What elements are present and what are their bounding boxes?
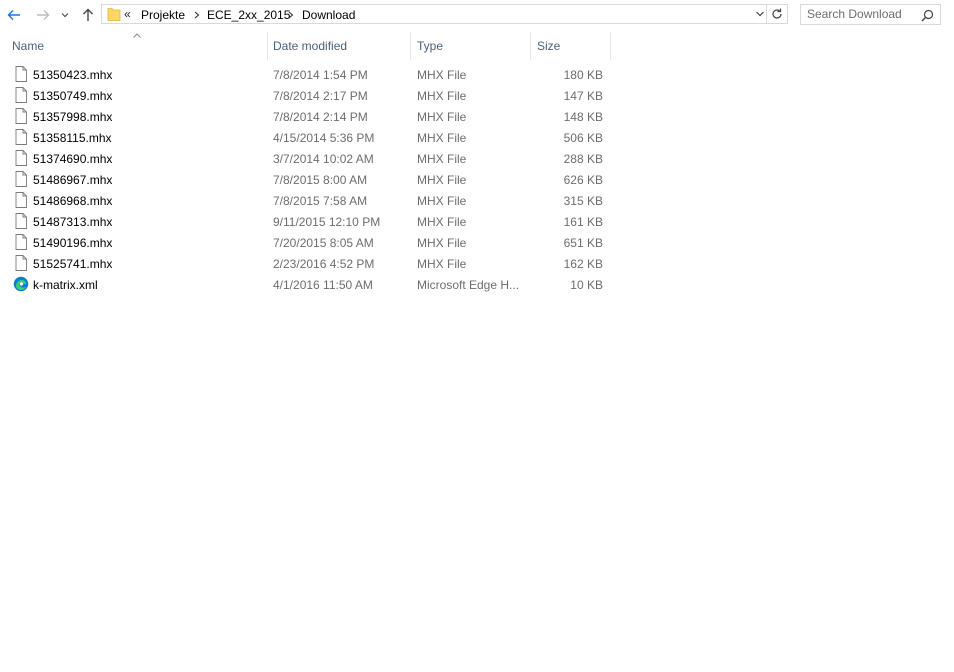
file-date: 7/8/2014 1:54 PM bbox=[273, 68, 368, 82]
chevron-right-icon[interactable] bbox=[287, 10, 295, 20]
navigation-bar: « Projekte ECE_2xx_2015 Download bbox=[0, 0, 954, 30]
file-date: 3/7/2014 10:02 AM bbox=[273, 152, 374, 166]
recent-locations-button[interactable] bbox=[57, 5, 73, 25]
file-date: 7/8/2014 2:17 PM bbox=[273, 89, 368, 103]
file-row[interactable]: 51350749.mhx 7/8/2014 2:17 PM MHX File 1… bbox=[10, 85, 612, 106]
file-type: MHX File bbox=[417, 131, 467, 145]
file-name: 51350423.mhx bbox=[33, 68, 113, 82]
file-type: MHX File bbox=[417, 89, 467, 103]
file-name: 51525741.mhx bbox=[33, 257, 113, 271]
file-type: MHX File bbox=[417, 173, 467, 187]
file-row[interactable]: 51486968.mhx 7/8/2015 7:58 AM MHX File 3… bbox=[10, 190, 612, 211]
document-icon bbox=[15, 108, 27, 124]
file-row[interactable]: 51486967.mhx 7/8/2015 8:00 AM MHX File 6… bbox=[10, 169, 612, 190]
column-header-name[interactable]: Name bbox=[6, 32, 266, 60]
arrow-right-icon bbox=[37, 10, 50, 20]
column-header-size-label: Size bbox=[537, 39, 561, 53]
up-button[interactable] bbox=[78, 5, 98, 25]
file-name: 51486967.mhx bbox=[33, 173, 113, 187]
document-icon bbox=[15, 129, 27, 145]
back-button[interactable] bbox=[4, 5, 24, 25]
file-size: 148 KB bbox=[563, 110, 603, 124]
arrow-up-icon bbox=[83, 8, 93, 21]
folder-icon bbox=[107, 8, 121, 21]
address-bar[interactable]: « Projekte ECE_2xx_2015 Download bbox=[101, 4, 788, 24]
file-type: MHX File bbox=[417, 215, 467, 229]
file-row[interactable]: 51357998.mhx 7/8/2014 2:14 PM MHX File 1… bbox=[10, 106, 612, 127]
column-divider[interactable] bbox=[610, 32, 611, 60]
file-size: 626 KB bbox=[563, 173, 603, 187]
column-header-name-label: Name bbox=[12, 39, 45, 53]
file-date: 4/15/2014 5:36 PM bbox=[273, 131, 375, 145]
file-date: 7/8/2015 8:00 AM bbox=[273, 173, 368, 187]
file-date: 2/23/2016 4:52 PM bbox=[273, 257, 375, 271]
file-type: MHX File bbox=[417, 236, 467, 250]
file-size: 506 KB bbox=[563, 131, 603, 145]
breadcrumb-ece[interactable]: ECE_2xx_2015 bbox=[207, 8, 290, 22]
document-icon bbox=[15, 150, 27, 166]
file-row[interactable]: 51487313.mhx 9/11/2015 12:10 PM MHX File… bbox=[10, 211, 612, 232]
file-name: 51486968.mhx bbox=[33, 194, 113, 208]
file-size: 10 KB bbox=[570, 278, 603, 292]
address-divider bbox=[766, 5, 767, 23]
file-size: 161 KB bbox=[563, 215, 603, 229]
column-header-date[interactable]: Date modified bbox=[267, 32, 410, 60]
breadcrumb-download[interactable]: Download bbox=[302, 8, 355, 22]
breadcrumb-projekte[interactable]: Projekte bbox=[141, 8, 185, 22]
file-type: MHX File bbox=[417, 68, 467, 82]
refresh-icon[interactable] bbox=[770, 7, 784, 21]
file-size: 147 KB bbox=[563, 89, 603, 103]
document-icon bbox=[15, 171, 27, 187]
breadcrumb-overflow[interactable]: « bbox=[124, 7, 131, 21]
file-type: MHX File bbox=[417, 194, 467, 208]
file-name: 51350749.mhx bbox=[33, 89, 113, 103]
search-box[interactable] bbox=[800, 4, 941, 25]
file-row[interactable]: 51490196.mhx 7/20/2015 8:05 AM MHX File … bbox=[10, 232, 612, 253]
column-header-type[interactable]: Type bbox=[411, 32, 530, 60]
file-name: 51358115.mhx bbox=[33, 131, 112, 145]
file-date: 7/8/2014 2:14 PM bbox=[273, 110, 368, 124]
file-name: 51487313.mhx bbox=[33, 215, 113, 229]
document-icon bbox=[15, 255, 27, 271]
file-row[interactable]: 51374690.mhx 3/7/2014 10:02 AM MHX File … bbox=[10, 148, 612, 169]
file-type: Microsoft Edge H... bbox=[417, 278, 520, 292]
search-icon[interactable] bbox=[921, 9, 934, 22]
file-size: 288 KB bbox=[563, 152, 603, 166]
file-row[interactable]: k-matrix.xml 4/1/2016 11:50 AM Microsoft… bbox=[10, 274, 612, 295]
file-date: 7/8/2015 7:58 AM bbox=[273, 194, 368, 208]
column-headers: Name Date modified Type Size bbox=[0, 32, 612, 60]
file-row[interactable]: 51350423.mhx 7/8/2014 1:54 PM MHX File 1… bbox=[10, 64, 612, 85]
file-type: MHX File bbox=[417, 110, 467, 124]
file-row[interactable]: 51358115.mhx 4/15/2014 5:36 PM MHX File … bbox=[10, 127, 612, 148]
column-header-size[interactable]: Size bbox=[531, 32, 610, 60]
chevron-down-icon[interactable] bbox=[755, 9, 765, 19]
column-header-date-label: Date modified bbox=[273, 39, 348, 53]
file-name: k-matrix.xml bbox=[33, 278, 98, 292]
document-icon bbox=[15, 234, 27, 250]
chevron-down-icon bbox=[61, 13, 69, 18]
arrow-left-icon bbox=[7, 10, 20, 20]
file-type: MHX File bbox=[417, 152, 467, 166]
file-type: MHX File bbox=[417, 257, 467, 271]
file-name: 51357998.mhx bbox=[33, 110, 113, 124]
document-icon bbox=[15, 87, 27, 103]
document-icon bbox=[15, 66, 27, 82]
forward-button[interactable] bbox=[33, 5, 53, 25]
file-size: 180 KB bbox=[563, 68, 603, 82]
file-size: 315 KB bbox=[563, 194, 603, 208]
file-date: 4/1/2016 11:50 AM bbox=[273, 278, 373, 292]
search-input[interactable] bbox=[807, 7, 917, 21]
file-name: 51374690.mhx bbox=[33, 152, 113, 166]
file-date: 9/11/2015 12:10 PM bbox=[273, 215, 381, 229]
chevron-right-icon[interactable] bbox=[193, 10, 201, 20]
file-date: 7/20/2015 8:05 AM bbox=[273, 236, 374, 250]
document-icon bbox=[15, 192, 27, 208]
file-name: 51490196.mhx bbox=[33, 236, 113, 250]
file-row[interactable]: 51525741.mhx 2/23/2016 4:52 PM MHX File … bbox=[10, 253, 612, 274]
edge-icon bbox=[13, 276, 29, 292]
document-icon bbox=[15, 213, 27, 229]
file-size: 162 KB bbox=[563, 257, 603, 271]
column-header-type-label: Type bbox=[417, 39, 444, 53]
file-size: 651 KB bbox=[563, 236, 603, 250]
